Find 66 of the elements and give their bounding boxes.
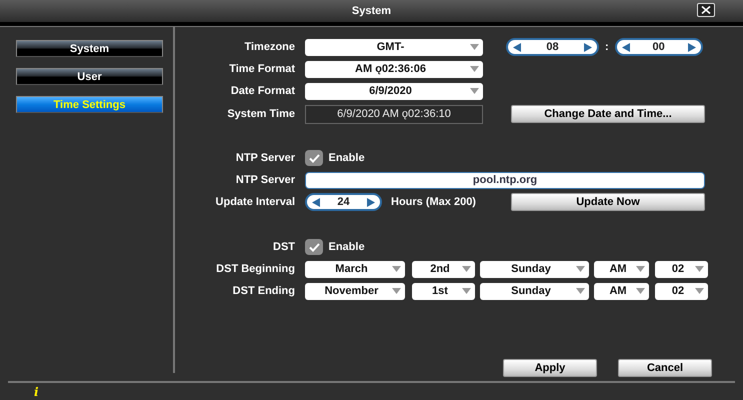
system-time-display: 6/9/2020 AM ǫ02:36:10	[305, 104, 483, 124]
checkbox[interactable]	[305, 150, 323, 166]
field-label: Time Format	[228, 62, 296, 77]
spinner-field[interactable]: 08	[506, 38, 599, 56]
spinner-field[interactable]: 24	[305, 193, 382, 211]
close-icon	[701, 6, 711, 14]
left-arrow-icon[interactable]	[622, 42, 630, 52]
caret-icon	[576, 266, 585, 272]
dropdown[interactable]: GMT-	[305, 38, 483, 56]
field-label: Timezone	[243, 40, 296, 55]
dropdown[interactable]: November	[305, 282, 405, 300]
caret-icon	[695, 266, 704, 272]
dropdown[interactable]: March	[305, 260, 405, 278]
field-label: Update Interval	[214, 194, 296, 210]
sidebar-item[interactable]: System	[16, 40, 163, 57]
left-arrow-icon[interactable]	[513, 42, 521, 52]
field-label: DST	[272, 240, 296, 255]
action-button[interactable]: Update Now	[511, 193, 705, 211]
field-label: DST Beginning	[215, 262, 296, 277]
field-label: Date Format	[230, 84, 296, 99]
caret-icon	[636, 288, 645, 294]
dropdown[interactable]: AM	[594, 260, 649, 278]
action-button[interactable]: Cancel	[618, 359, 712, 377]
right-arrow-icon[interactable]	[688, 42, 696, 52]
caret-icon	[462, 288, 471, 294]
caret-icon	[462, 266, 471, 272]
caret-icon	[392, 288, 401, 294]
right-arrow-icon[interactable]	[367, 198, 375, 206]
separator: :	[605, 40, 609, 55]
dropdown[interactable]: 02	[655, 260, 708, 278]
caret-icon	[470, 66, 479, 72]
sidebar-item[interactable]: User	[16, 68, 163, 85]
caret-icon	[470, 88, 479, 94]
checkbox[interactable]	[305, 239, 323, 255]
field-label: System Time	[226, 106, 296, 122]
dropdown[interactable]: Sunday	[480, 260, 589, 278]
caret-icon	[695, 288, 704, 294]
checkbox-label: Enable	[328, 240, 365, 255]
action-button[interactable]: Change Date and Time...	[511, 105, 705, 123]
caret-icon	[636, 266, 645, 272]
dropdown[interactable]: 2nd	[412, 260, 475, 278]
caret-icon	[392, 266, 401, 272]
dropdown[interactable]: Sunday	[480, 282, 589, 300]
right-arrow-icon[interactable]	[584, 42, 592, 52]
spinner-field[interactable]: 00	[614, 38, 703, 56]
dropdown[interactable]: AM ǫ02:36:06	[305, 60, 483, 78]
dropdown[interactable]: 1st	[412, 282, 475, 300]
left-arrow-icon[interactable]	[312, 198, 320, 206]
check-icon	[308, 242, 320, 252]
check-icon	[308, 154, 320, 162]
dropdown[interactable]: AM	[594, 282, 649, 300]
server-field[interactable]: pool.ntp.org	[305, 172, 705, 188]
field-label: NTP Server	[234, 150, 296, 166]
field-label: DST Ending	[232, 284, 296, 299]
unit-label: Hours (Max 200)	[391, 194, 477, 210]
close-button[interactable]	[697, 3, 715, 17]
checkbox-label: Enable	[328, 150, 365, 166]
dropdown[interactable]: 02	[655, 282, 708, 300]
caret-icon	[576, 288, 585, 294]
window-title: System	[352, 4, 392, 19]
caret-icon	[470, 44, 479, 50]
info-icon: i	[34, 385, 39, 399]
action-button[interactable]: Apply	[503, 359, 597, 377]
field-label: NTP Server	[234, 172, 296, 188]
sidebar-item[interactable]: Time Settings	[16, 96, 163, 113]
dropdown[interactable]: 6/9/2020	[305, 82, 483, 100]
